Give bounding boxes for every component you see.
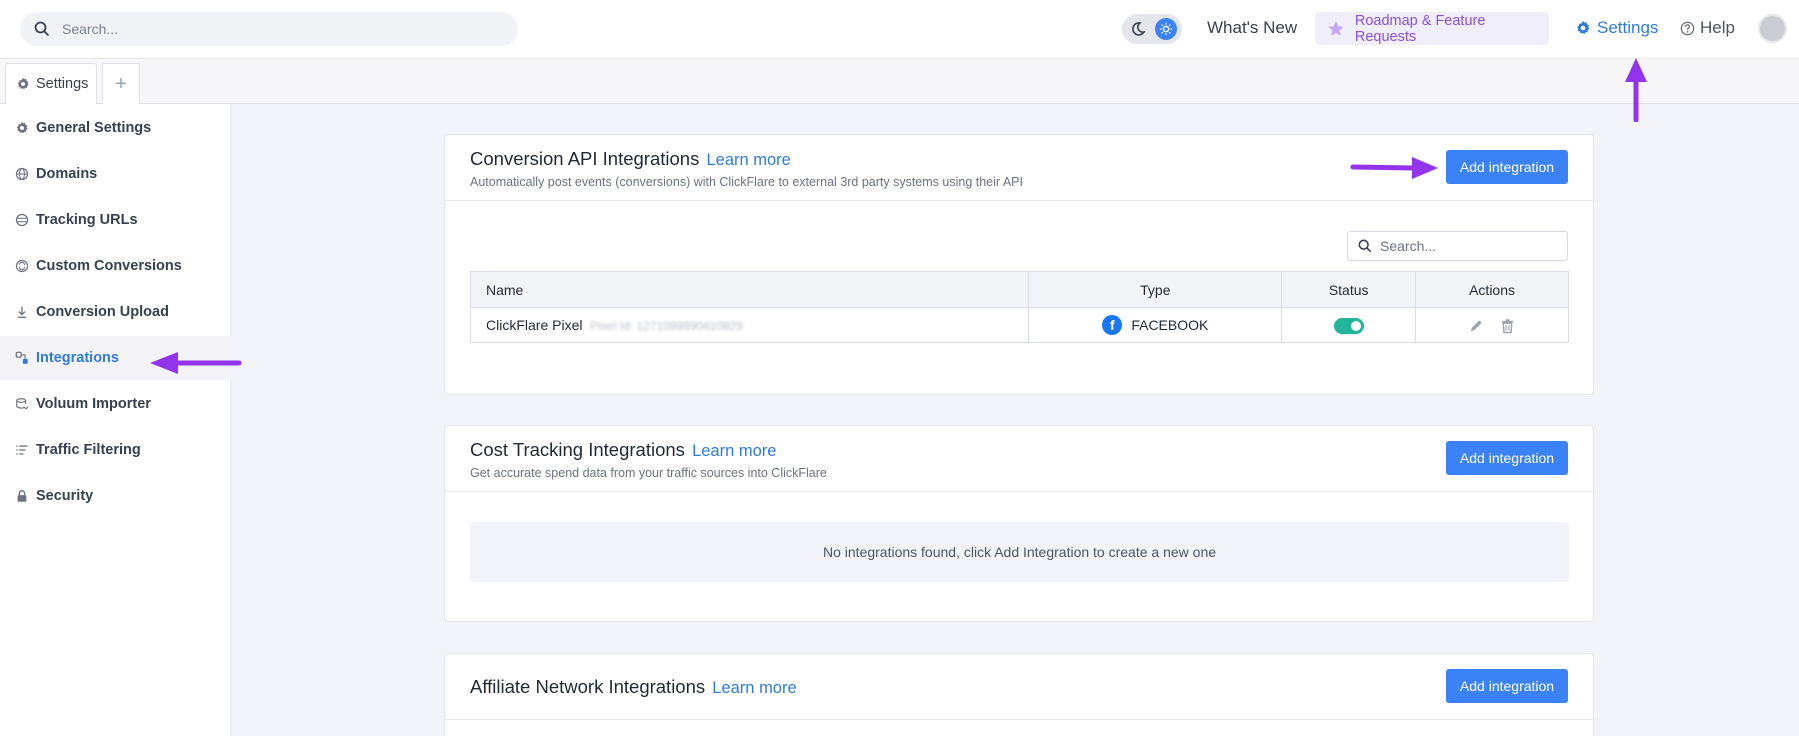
add-integration-button[interactable]: Add integration (1446, 669, 1568, 703)
roadmap-button[interactable]: Roadmap & Feature Requests (1315, 12, 1549, 45)
sidebar-item-custom-conversions[interactable]: Custom Conversions (0, 244, 231, 288)
integrations-table: Name Type Status Actions ClickFlare Pixe… (469, 271, 1569, 343)
card-title: Cost Tracking Integrations Learn more (470, 439, 776, 461)
gear-icon (1577, 20, 1590, 35)
sidebar-item-label: General Settings (36, 120, 152, 136)
import-icon (16, 398, 29, 410)
row-status-cell (1281, 307, 1417, 343)
upload-icon (17, 306, 27, 318)
sidebar-item-general-settings[interactable]: General Settings (0, 106, 231, 150)
sidebar-item-label: Security (36, 488, 94, 504)
sidebar-item-tracking-urls[interactable]: Tracking URLs (0, 198, 231, 242)
link-icon (15, 213, 29, 227)
annotation-arrow-right (1350, 157, 1438, 179)
sidebar-item-label: Conversion Upload (36, 304, 169, 320)
card-title-text: Cost Tracking Integrations (470, 439, 685, 460)
help-link[interactable]: Help (1680, 18, 1735, 38)
card-header: Cost Tracking Integrations Learn more Ge… (445, 426, 1593, 492)
affiliate-network-card: Affiliate Network Integrations Learn mor… (444, 653, 1594, 736)
pixel-id: Pixel Id: 1271099990410829 (590, 319, 744, 333)
delete-icon[interactable] (1500, 318, 1515, 334)
search-icon (34, 21, 50, 37)
table-search-input[interactable] (1380, 238, 1560, 254)
gear-icon (17, 77, 29, 90)
card-subtitle: Automatically post events (conversions) … (470, 175, 1023, 189)
column-header-name[interactable]: Name (469, 271, 1030, 308)
card-title: Conversion API Integrations Learn more (470, 148, 791, 170)
facebook-icon: f (1102, 315, 1123, 335)
card-title-text: Conversion API Integrations (470, 148, 700, 169)
integration-type: f FACEBOOK (1102, 315, 1208, 335)
sidebar-item-label: Traffic Filtering (36, 442, 141, 458)
sidebar-item-label: Integrations (36, 350, 119, 366)
table-header-row: Name Type Status Actions (469, 271, 1569, 308)
help-label: Help (1700, 18, 1735, 37)
lock-icon (17, 490, 27, 502)
filter-icon (16, 445, 28, 455)
card-header: Affiliate Network Integrations Learn mor… (445, 654, 1593, 720)
sidebar-item-conversion-upload[interactable]: Conversion Upload (0, 290, 231, 334)
sidebar-item-label: Custom Conversions (36, 258, 182, 274)
theme-toggle[interactable] (1122, 14, 1182, 44)
column-header-actions: Actions (1415, 271, 1569, 308)
star-icon (1328, 20, 1344, 36)
roadmap-label: Roadmap & Feature Requests (1354, 12, 1486, 45)
add-integration-button[interactable]: Add integration (1446, 150, 1568, 184)
card-title-text: Affiliate Network Integrations (470, 676, 706, 697)
sidebar-item-label: Voluum Importer (36, 396, 151, 412)
integration-type-label: FACEBOOK (1131, 317, 1209, 333)
learn-more-link[interactable]: Learn more (706, 151, 790, 169)
empty-state-message: No integrations found, click Add Integra… (470, 522, 1569, 582)
annotation-arrow-up (1625, 58, 1647, 122)
sidebar-item-security[interactable]: Security (0, 474, 231, 518)
conversion-icon (15, 259, 29, 273)
row-actions-cell (1415, 307, 1569, 343)
cost-tracking-card: Cost Tracking Integrations Learn more Ge… (444, 425, 1594, 622)
status-toggle[interactable] (1333, 317, 1364, 334)
add-integration-button[interactable]: Add integration (1446, 441, 1568, 475)
column-header-type[interactable]: Type (1028, 271, 1283, 308)
row-name-cell: ClickFlare Pixel Pixel Id: 1271099990410… (469, 307, 1030, 343)
globe-icon (15, 167, 29, 181)
sidebar-item-label: Domains (36, 166, 98, 182)
sidebar-item-label: Tracking URLs (36, 212, 138, 228)
sidebar-item-traffic-filtering[interactable]: Traffic Filtering (0, 428, 231, 472)
search-icon (1358, 239, 1372, 253)
table-row[interactable]: ClickFlare Pixel Pixel Id: 1271099990410… (469, 307, 1569, 343)
integrations-icon (15, 351, 28, 364)
column-header-status[interactable]: Status (1281, 271, 1417, 308)
whats-new-link[interactable]: What's New (1207, 18, 1297, 38)
avatar[interactable] (1758, 14, 1787, 43)
global-search[interactable] (20, 12, 518, 46)
top-bar: What's New Roadmap & Feature Requests Se… (0, 0, 1799, 59)
help-icon (1680, 21, 1695, 35)
annotation-arrow-left (150, 352, 242, 374)
card-subtitle: Get accurate spend data from your traffi… (470, 466, 827, 480)
add-tab-button[interactable]: + (102, 63, 140, 104)
tab-bar: Settings + (0, 59, 1799, 104)
table-search[interactable] (1347, 231, 1568, 261)
settings-link[interactable]: Settings (1575, 18, 1658, 38)
global-search-input[interactable] (62, 21, 482, 37)
card-title: Affiliate Network Integrations Learn mor… (470, 676, 797, 698)
sidebar-item-domains[interactable]: Domains (0, 152, 231, 196)
learn-more-link[interactable]: Learn more (712, 679, 796, 697)
settings-sidebar: General Settings Domains Tracking URLs C… (0, 104, 231, 736)
row-type-cell: f FACEBOOK (1028, 307, 1283, 343)
settings-label: Settings (1597, 18, 1659, 37)
gear-icon (16, 121, 28, 134)
sidebar-item-voluum-importer[interactable]: Voluum Importer (0, 382, 231, 426)
sun-icon[interactable] (1155, 18, 1177, 40)
tab-settings[interactable]: Settings (5, 63, 97, 104)
integration-name: ClickFlare Pixel (486, 317, 583, 333)
edit-icon[interactable] (1469, 318, 1484, 333)
tab-settings-label: Settings (36, 76, 89, 92)
moon-icon[interactable] (1130, 21, 1146, 37)
learn-more-link[interactable]: Learn more (692, 442, 776, 460)
